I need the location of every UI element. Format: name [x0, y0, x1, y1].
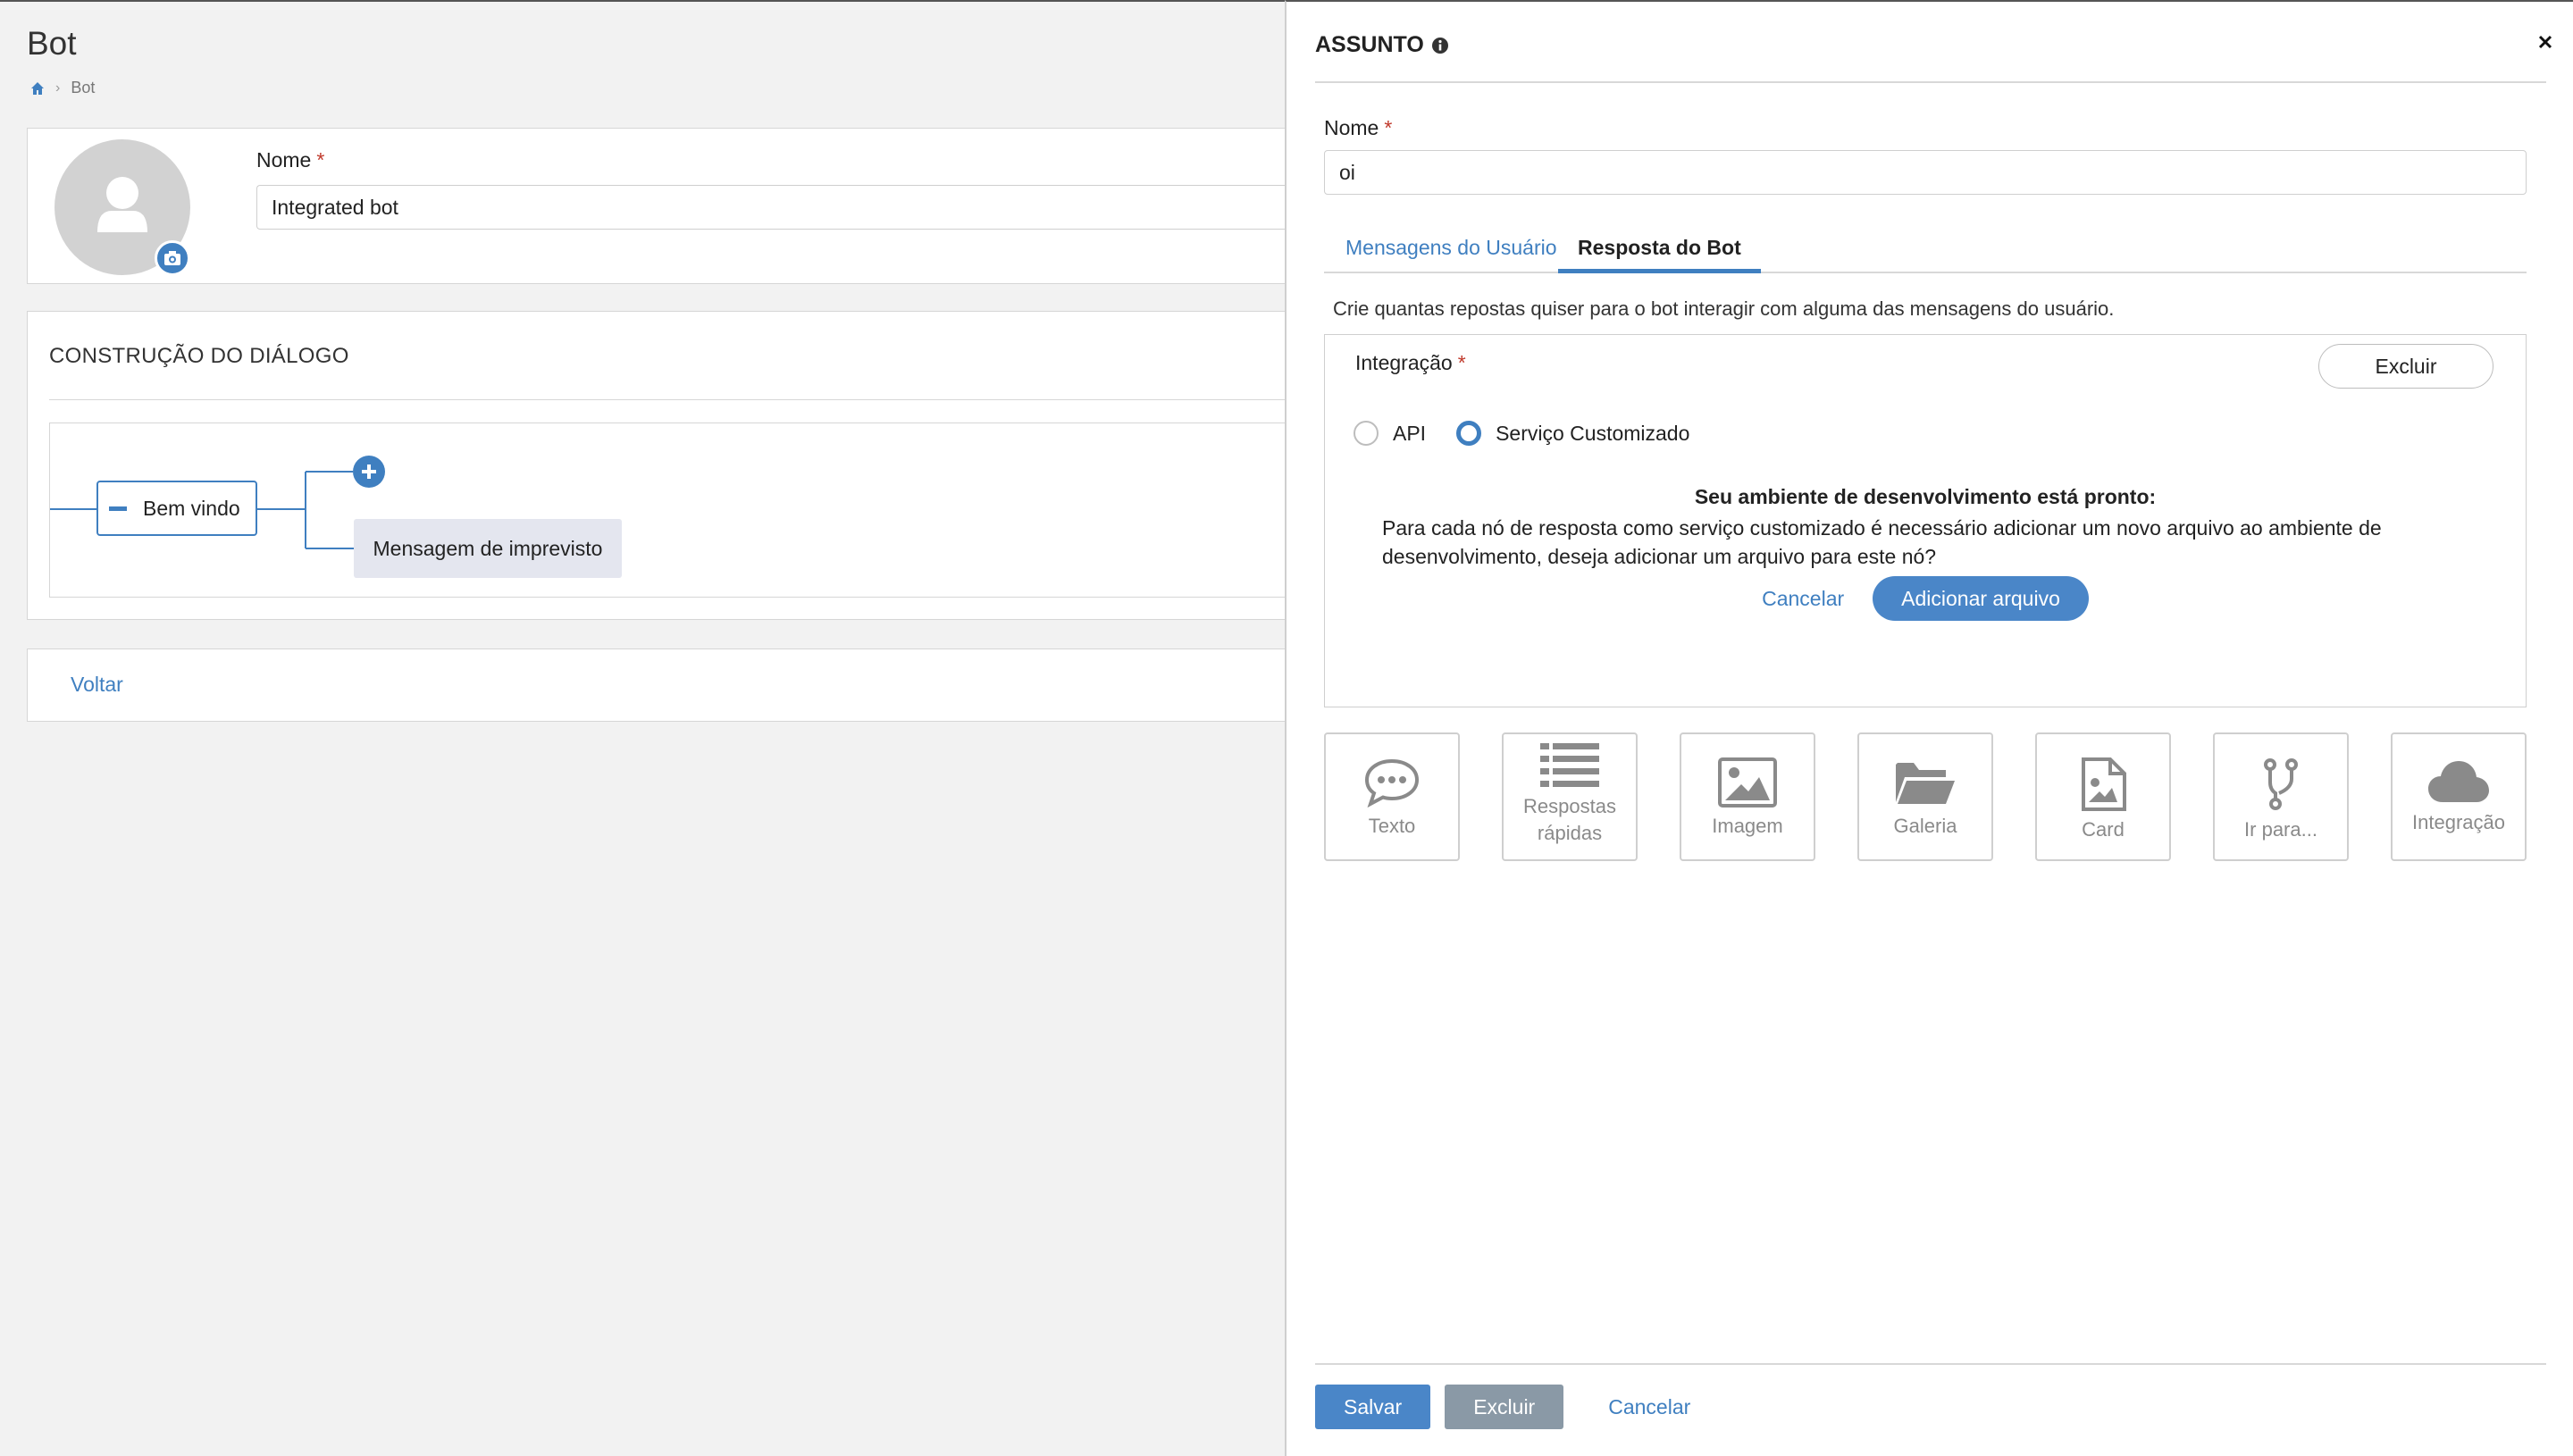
- response-type-tiles: Texto Respostas rápidas Imagem Galeria C…: [1324, 732, 2527, 861]
- tile-label: Ir para...: [2244, 818, 2317, 841]
- tile-go-to[interactable]: Ir para...: [2213, 732, 2349, 861]
- radio-custom-service-label[interactable]: Serviço Customizado: [1496, 422, 1689, 446]
- divider: [1315, 81, 2546, 83]
- list-icon: [1540, 743, 1599, 787]
- bot-page: Bot › Bot Nome* CONSTRUÇÃO DO DIÁLOGO: [0, 0, 1311, 1456]
- bot-name-input[interactable]: [256, 185, 1311, 230]
- close-icon: [2538, 35, 2552, 49]
- add-node-button[interactable]: [353, 456, 385, 488]
- tab-bot-response[interactable]: Resposta do Bot: [1558, 225, 1761, 273]
- node-welcome[interactable]: Bem vindo: [96, 481, 257, 536]
- tab-bar: Mensagens do Usuário Resposta do Bot: [1324, 214, 2527, 273]
- divider: [49, 399, 1295, 400]
- tile-gallery[interactable]: Galeria: [1857, 732, 1993, 861]
- tile-integration[interactable]: Integração: [2391, 732, 2527, 861]
- subject-panel: ASSUNTO Nome* Mensagens do Usuário Respo…: [1285, 0, 2573, 1456]
- page-title: Bot: [27, 25, 77, 62]
- subject-name-input[interactable]: [1324, 150, 2527, 195]
- tile-label: Imagem: [1712, 815, 1783, 837]
- camera-icon[interactable]: [155, 240, 190, 276]
- integration-label: Integração *: [1355, 351, 1466, 374]
- plus-icon: [362, 464, 376, 479]
- radio-api[interactable]: [1354, 421, 1379, 446]
- required-asterisk: *: [316, 148, 325, 172]
- section-title: CONSTRUÇÃO DO DIÁLOGO: [49, 344, 349, 368]
- tile-text[interactable]: Texto: [1324, 732, 1460, 861]
- add-file-button[interactable]: Adicionar arquivo: [1873, 576, 2089, 621]
- bot-profile-card: Nome *: [27, 128, 1311, 284]
- node-label: Bem vindo: [143, 496, 240, 520]
- folder-open-icon: [1896, 763, 1955, 804]
- ready-actions: Cancelar Adicionar arquivo: [1325, 576, 2526, 621]
- tile-label: Respostas rápidas: [1523, 795, 1616, 844]
- tile-label: Galeria: [1893, 815, 1957, 837]
- cloud-icon: [2428, 761, 2489, 802]
- branch-icon: [2264, 758, 2298, 810]
- speech-bubble-icon: [1364, 758, 1420, 807]
- helper-text: Crie quantas repostas quiser para o bot …: [1333, 297, 2115, 320]
- ready-title: Seu ambiente de desenvolvimento está pro…: [1694, 485, 2157, 508]
- name-label: Nome *: [256, 148, 325, 172]
- back-link[interactable]: Voltar: [71, 673, 123, 697]
- collapse-icon[interactable]: [109, 506, 127, 511]
- tile-label: Texto: [1368, 815, 1416, 837]
- tile-label: Card: [2082, 818, 2125, 841]
- required-asterisk: *: [1457, 351, 1466, 374]
- close-button[interactable]: [2532, 29, 2559, 55]
- integration-box: Integração * Excluir API Serviço Customiz…: [1324, 334, 2527, 707]
- panel-title-text: ASSUNTO: [1315, 32, 1424, 57]
- panel-footer: Salvar Excluir Cancelar: [1315, 1385, 1690, 1429]
- breadcrumb: › Bot: [30, 79, 95, 97]
- panel-title: ASSUNTO: [1315, 32, 1449, 58]
- tile-card[interactable]: Card: [2035, 732, 2171, 861]
- info-icon[interactable]: [1431, 37, 1449, 54]
- save-button[interactable]: Salvar: [1315, 1385, 1431, 1429]
- image-icon: [1718, 757, 1777, 807]
- cancel-add-file-link[interactable]: Cancelar: [1762, 587, 1844, 611]
- ready-text: Para cada nó de resposta como serviço cu…: [1382, 516, 2382, 568]
- cancel-link[interactable]: Cancelar: [1608, 1395, 1690, 1419]
- chevron-right-icon: ›: [55, 79, 61, 96]
- breadcrumb-item-bot[interactable]: Bot: [71, 79, 95, 97]
- dialog-tree: Bem vindo Mensagem de imprevisto: [49, 423, 1300, 598]
- node-fallback[interactable]: Mensagem de imprevisto: [354, 519, 622, 578]
- dialog-builder-card: CONSTRUÇÃO DO DIÁLOGO Bem vindo Mensagem…: [27, 311, 1300, 620]
- back-card: Voltar: [27, 649, 1295, 722]
- required-asterisk: *: [1384, 116, 1393, 139]
- tile-image[interactable]: Imagem: [1680, 732, 1815, 861]
- tile-quick-replies[interactable]: Respostas rápidas: [1502, 732, 1638, 861]
- delete-button[interactable]: Excluir: [1445, 1385, 1564, 1429]
- tab-user-messages[interactable]: Mensagens do Usuário: [1345, 225, 1557, 273]
- radio-api-label[interactable]: API: [1393, 422, 1426, 446]
- radio-custom-service[interactable]: [1456, 421, 1482, 446]
- divider: [1315, 1363, 2546, 1365]
- tile-label: Integração: [2412, 811, 2505, 833]
- integration-type-radio-group: API Serviço Customizado: [1354, 421, 1720, 446]
- home-icon[interactable]: [30, 81, 45, 96]
- subject-name-label: Nome *: [1324, 116, 1393, 139]
- delete-integration-button[interactable]: Excluir: [2318, 344, 2493, 389]
- file-image-icon: [2082, 757, 2126, 811]
